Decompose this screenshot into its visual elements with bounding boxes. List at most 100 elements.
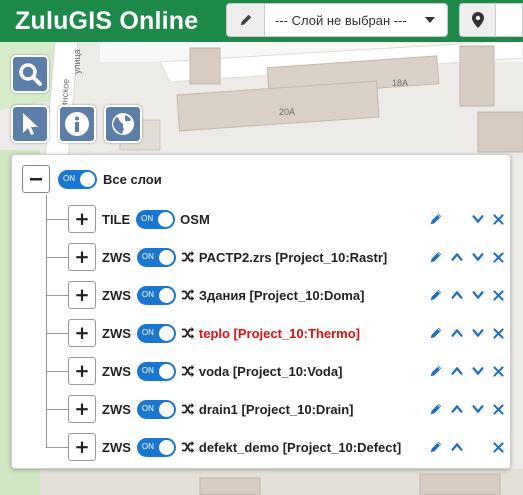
- move-up-button[interactable]: [446, 285, 467, 305]
- move-up-placeholder: [446, 209, 467, 229]
- layer-actions: [425, 316, 509, 350]
- shuffle-icon: [181, 440, 195, 454]
- plus-icon: [76, 441, 88, 453]
- layer-type: ZWS: [102, 439, 131, 455]
- location-button[interactable]: [460, 4, 496, 36]
- plus-icon: [76, 251, 88, 263]
- edit-layer-button[interactable]: [425, 361, 446, 381]
- tree-connector: [46, 446, 68, 448]
- layer-row: ZWS ON teplo [Project_10:Thermo]: [46, 316, 508, 350]
- edit-layer-button[interactable]: [425, 437, 446, 457]
- remove-layer-button[interactable]: [488, 285, 509, 305]
- tree-connector: [46, 294, 68, 296]
- globe-tool-button[interactable]: [104, 105, 142, 143]
- tree-connector: [46, 218, 68, 220]
- layer-select[interactable]: --- Слой не выбран ---: [226, 3, 448, 37]
- expand-layer-button[interactable]: [68, 243, 96, 271]
- expand-layer-button[interactable]: [68, 395, 96, 423]
- plus-icon: [76, 289, 88, 301]
- remove-layer-button[interactable]: [488, 323, 509, 343]
- shuffle-icon: [181, 364, 195, 378]
- move-down-button[interactable]: [467, 247, 488, 267]
- select-tool-button[interactable]: [11, 105, 49, 143]
- layer-row: ZWS ON voda [Project_10:Voda]: [46, 354, 508, 388]
- layer-type: TILE: [102, 211, 131, 227]
- edit-layer-button[interactable]: [425, 399, 446, 419]
- move-down-button[interactable]: [467, 285, 488, 305]
- expand-layer-button[interactable]: [68, 433, 96, 461]
- remove-layer-button[interactable]: [488, 437, 509, 457]
- layer-name[interactable]: drain1 [Project_10:Drain]: [199, 402, 354, 417]
- toggle-state: ON: [63, 173, 75, 183]
- chevron-down-icon: [425, 17, 435, 23]
- toggle-state: ON: [141, 441, 154, 451]
- toggle-state: ON: [141, 289, 154, 299]
- toggle-knob: [158, 363, 174, 379]
- chevron-up-icon: [450, 367, 463, 375]
- plus-icon: [76, 213, 88, 225]
- edit-layer-button[interactable]: [425, 247, 446, 267]
- expand-layer-button[interactable]: [68, 319, 96, 347]
- chevron-down-icon: [471, 215, 484, 223]
- move-up-button[interactable]: [446, 437, 467, 457]
- plus-icon: [76, 327, 88, 339]
- layers-panel: ON Все слои TILE ON OSM ZWS ON PACTP2.zrs [Pr…: [11, 154, 511, 469]
- layer-visibility-toggle[interactable]: ON: [136, 285, 176, 305]
- move-up-button[interactable]: [446, 323, 467, 343]
- expand-layer-button[interactable]: [68, 357, 96, 385]
- chevron-down-icon: [471, 253, 484, 261]
- remove-layer-button[interactable]: [488, 247, 509, 267]
- remove-layer-button[interactable]: [488, 361, 509, 381]
- edit-layer-button[interactable]: [425, 285, 446, 305]
- layer-visibility-toggle[interactable]: ON: [136, 399, 176, 419]
- move-down-button[interactable]: [467, 323, 488, 343]
- expand-layer-button[interactable]: [68, 281, 96, 309]
- layer-type: ZWS: [102, 363, 131, 379]
- layer-visibility-toggle[interactable]: ON: [136, 247, 176, 267]
- layer-type: ZWS: [102, 287, 131, 303]
- collapse-all-button[interactable]: [22, 165, 50, 193]
- location-search[interactable]: [459, 3, 523, 37]
- layer-name[interactable]: Здания [Project_10:Doma]: [199, 288, 365, 303]
- search-tool-button[interactable]: [11, 55, 49, 93]
- edit-layer-button[interactable]: [227, 4, 265, 36]
- move-up-button[interactable]: [446, 247, 467, 267]
- building-label: 20А: [279, 107, 296, 117]
- toggle-knob: [158, 249, 174, 265]
- all-layers-toggle[interactable]: ON: [58, 169, 97, 189]
- layer-name[interactable]: voda [Project_10:Voda]: [199, 364, 343, 379]
- app-title: ZuluGIS Online: [15, 6, 199, 35]
- chevron-up-icon: [450, 253, 463, 261]
- layer-visibility-toggle[interactable]: ON: [136, 209, 176, 229]
- info-tool-button[interactable]: [58, 105, 96, 143]
- layer-actions: [425, 240, 509, 274]
- move-up-button[interactable]: [446, 361, 467, 381]
- info-icon: [65, 112, 89, 136]
- layer-name[interactable]: teplo [Project_10:Thermo]: [199, 326, 360, 341]
- chevron-down-icon: [471, 405, 484, 413]
- remove-layer-button[interactable]: [488, 399, 509, 419]
- close-icon: [493, 289, 504, 301]
- edit-layer-button[interactable]: [425, 209, 446, 229]
- layer-visibility-toggle[interactable]: ON: [136, 361, 176, 381]
- layer-visibility-toggle[interactable]: ON: [136, 437, 176, 457]
- move-down-button[interactable]: [467, 209, 488, 229]
- move-up-button[interactable]: [446, 399, 467, 419]
- layer-actions: [425, 354, 509, 388]
- move-down-button[interactable]: [467, 361, 488, 381]
- layer-name[interactable]: PACTP2.zrs [Project_10:Rastr]: [199, 250, 387, 265]
- toggle-knob: [158, 287, 174, 303]
- expand-layer-button[interactable]: [68, 205, 96, 233]
- layer-visibility-toggle[interactable]: ON: [136, 323, 176, 343]
- tree-connector: [46, 256, 68, 258]
- remove-layer-button[interactable]: [488, 209, 509, 229]
- chevron-up-icon: [450, 405, 463, 413]
- layer-name[interactable]: defekt_demo [Project_10:Defect]: [199, 440, 401, 455]
- layer-name[interactable]: OSM: [180, 212, 210, 227]
- toggle-knob: [80, 171, 95, 187]
- toggle-state: ON: [141, 327, 154, 337]
- globe-icon: [112, 113, 134, 135]
- pencil-icon: [430, 289, 441, 301]
- move-down-button[interactable]: [467, 399, 488, 419]
- edit-layer-button[interactable]: [425, 323, 446, 343]
